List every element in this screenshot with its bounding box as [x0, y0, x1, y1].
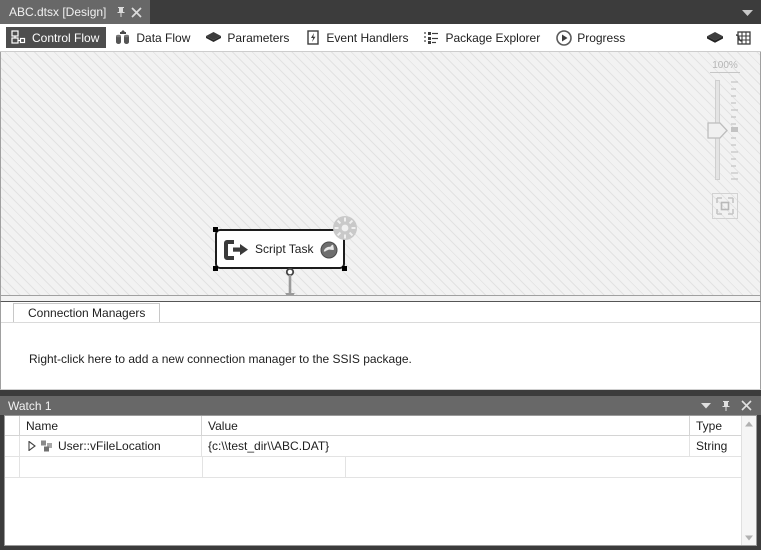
- row-gutter: [5, 436, 20, 456]
- ssis-designer-window: ABC.dtsx [Design]: [0, 0, 761, 550]
- document-tabstrip: ABC.dtsx [Design]: [0, 0, 761, 24]
- parameters-icon: [205, 29, 222, 46]
- connection-managers-tab-label: Connection Managers: [28, 306, 145, 320]
- tab-progress[interactable]: Progress: [551, 27, 632, 48]
- document-tab-abc-dtsx[interactable]: ABC.dtsx [Design]: [0, 0, 150, 24]
- watch-row-name-cell[interactable]: User::vFileLocation: [20, 436, 202, 456]
- script-task-icon: [223, 238, 249, 262]
- empty-row-gutter: [5, 457, 20, 477]
- connection-managers-tab[interactable]: Connection Managers: [13, 303, 160, 322]
- selection-handle-bottom-left[interactable]: [213, 266, 218, 271]
- tab-parameters[interactable]: Parameters: [201, 27, 296, 48]
- tab-control-flow-label: Control Flow: [32, 31, 99, 45]
- pin-icon[interactable]: [720, 400, 732, 412]
- grid-gutter-header: [5, 416, 20, 435]
- empty-row-name-cell[interactable]: [20, 457, 203, 477]
- control-flow-icon: [10, 29, 27, 46]
- tab-progress-label: Progress: [577, 31, 625, 45]
- package-box-icon[interactable]: [706, 29, 724, 47]
- selection-handle-bottom-right[interactable]: [342, 266, 347, 271]
- tab-parameters-label: Parameters: [227, 31, 289, 45]
- watch-row-type-cell: String: [690, 436, 742, 456]
- zoom-slider-widget[interactable]: 100%: [702, 60, 748, 219]
- designer-tab-toolbar: Control Flow Data Flow: [0, 24, 761, 52]
- event-handlers-icon: [304, 29, 321, 46]
- tab-package-explorer[interactable]: Package Explorer: [419, 27, 547, 48]
- connection-managers-panel[interactable]: Connection Managers Right-click here to …: [0, 302, 761, 390]
- watch-panel: Watch 1 Name: [0, 396, 761, 550]
- green-arrow-icon[interactable]: [320, 241, 338, 259]
- table-row[interactable]: User::vFileLocation {c:\\test_dir\\ABC.D…: [5, 436, 756, 457]
- data-flow-icon: [114, 29, 131, 46]
- toolbar-right-buttons: [706, 29, 755, 47]
- watch-title-buttons: [700, 400, 761, 412]
- zoom-slider-track[interactable]: [705, 77, 745, 184]
- expander-triangle-icon[interactable]: [26, 440, 38, 452]
- variables-grid-icon[interactable]: [733, 29, 751, 47]
- column-header-name[interactable]: Name: [20, 416, 202, 435]
- column-header-value[interactable]: Value: [202, 416, 690, 435]
- document-tab-label: ABC.dtsx [Design]: [9, 5, 106, 19]
- zoom-percent-label: 100%: [712, 60, 738, 71]
- tab-package-explorer-label: Package Explorer: [445, 31, 540, 45]
- selection-handle-top-left[interactable]: [213, 227, 218, 232]
- connection-managers-tabrow: Connection Managers: [1, 302, 760, 323]
- connection-managers-hint: Right-click here to add a new connection…: [29, 352, 412, 366]
- tab-event-handlers-label: Event Handlers: [326, 31, 408, 45]
- package-explorer-icon: [423, 29, 440, 46]
- control-flow-canvas[interactable]: Script Task: [0, 52, 761, 295]
- watch-empty-row[interactable]: [5, 457, 756, 478]
- precedence-constraint-arrow[interactable]: [282, 268, 298, 295]
- tab-control-flow[interactable]: Control Flow: [6, 27, 106, 48]
- progress-icon: [555, 29, 572, 46]
- watch-title-label: Watch 1: [8, 399, 52, 413]
- scroll-down-arrow-icon[interactable]: [742, 530, 757, 545]
- zoom-slider-marker: [731, 127, 738, 132]
- variable-icon: [40, 439, 54, 453]
- scroll-up-arrow-icon[interactable]: [742, 416, 757, 431]
- watch-grid-header: Name Value Type: [5, 416, 756, 436]
- watch-grid[interactable]: Name Value Type: [4, 415, 757, 546]
- close-icon[interactable]: [740, 400, 752, 412]
- close-icon[interactable]: [129, 4, 144, 20]
- zoom-slider-thumb[interactable]: [707, 122, 729, 139]
- canvas-splitter[interactable]: [0, 295, 761, 302]
- tab-event-handlers[interactable]: Event Handlers: [300, 27, 415, 48]
- tab-data-flow[interactable]: Data Flow: [110, 27, 197, 48]
- chevron-down-icon[interactable]: [700, 400, 712, 412]
- fit-to-window-icon[interactable]: [712, 193, 738, 219]
- gear-icon[interactable]: [332, 215, 358, 241]
- watch-grid-blank-area: [5, 478, 756, 545]
- script-task-node[interactable]: Script Task: [215, 229, 345, 269]
- watch-row-name-text: User::vFileLocation: [58, 439, 161, 453]
- zoom-divider: [710, 72, 740, 73]
- empty-row-value-cell: [203, 457, 346, 477]
- script-task-label: Script Task: [255, 242, 313, 256]
- tabstrip-overflow-chevron-down-icon[interactable]: [741, 8, 753, 18]
- pin-icon[interactable]: [114, 4, 129, 20]
- watch-title-bar[interactable]: Watch 1: [0, 396, 761, 415]
- watch-row-value-cell[interactable]: {c:\\test_dir\\ABC.DAT}: [202, 436, 690, 456]
- watch-vertical-scrollbar[interactable]: [741, 416, 756, 545]
- tab-data-flow-label: Data Flow: [136, 31, 190, 45]
